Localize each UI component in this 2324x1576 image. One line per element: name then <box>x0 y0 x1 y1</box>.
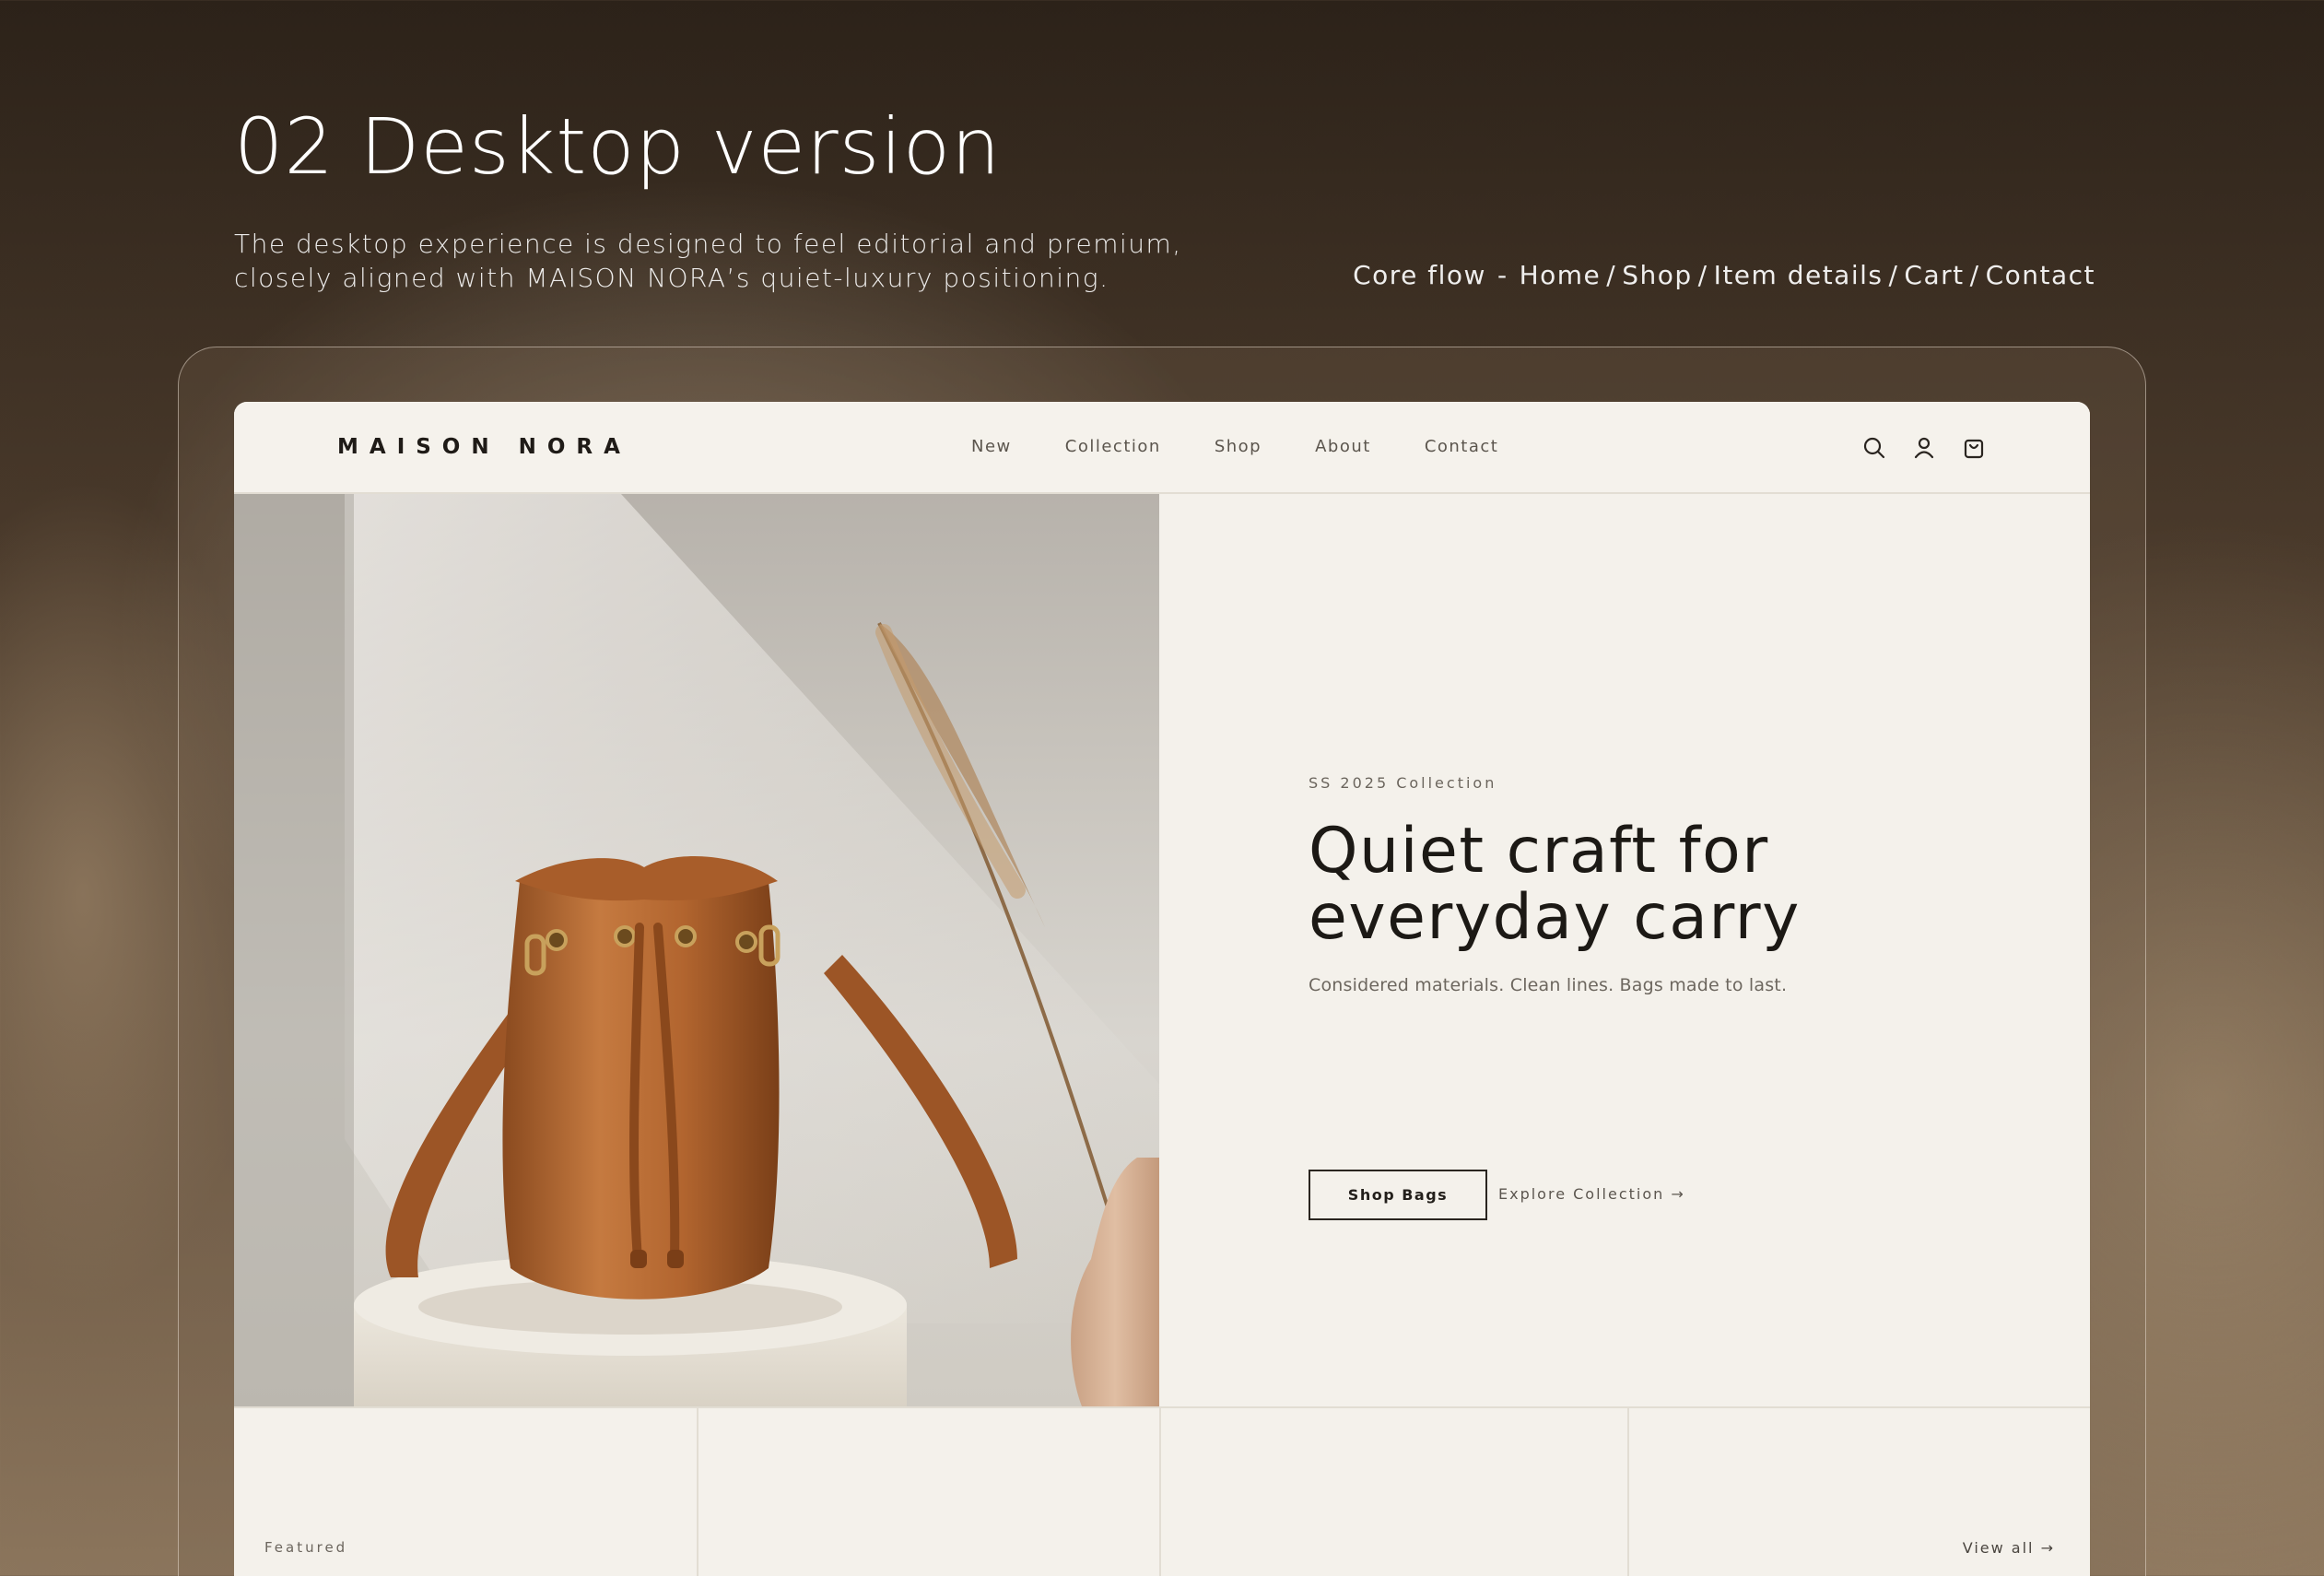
page-heading: 02 Desktop version <box>234 101 1002 192</box>
nav-link-about[interactable]: About <box>1315 437 1371 456</box>
core-flow-crumb: Item details <box>1713 260 1884 290</box>
description-line: The desktop experience is designed to fe… <box>234 229 1182 259</box>
hero-eyebrow: SS 2025 Collection <box>1309 774 1497 792</box>
brand-logo[interactable]: MAISON NORA <box>337 435 631 459</box>
core-flow-crumb: Home <box>1519 260 1602 290</box>
website-mockup: MAISON NORA New Collection Shop About Co… <box>234 402 2090 1576</box>
crumb-divider: / <box>1697 260 1708 290</box>
core-flow-crumb: Cart <box>1904 260 1965 290</box>
column-divider <box>1159 1408 1161 1576</box>
nav-link-collection[interactable]: Collection <box>1065 437 1161 456</box>
nav-link-new[interactable]: New <box>971 437 1012 456</box>
description-line: closely aligned with MAISON NORA’s quiet… <box>234 263 1109 293</box>
user-icon[interactable] <box>1909 433 1939 463</box>
page-description: The desktop experience is designed to fe… <box>234 227 1182 295</box>
core-flow-separator: - <box>1497 260 1508 290</box>
crumb-divider: / <box>1969 260 1980 290</box>
shop-bags-button[interactable]: Shop Bags <box>1309 1170 1487 1220</box>
hero-title-line: Quiet craft for <box>1309 815 1769 888</box>
core-flow-crumb: Contact <box>1985 260 2095 290</box>
featured-strip: Featured View all → <box>234 1406 2090 1576</box>
hero-image <box>234 494 1159 1406</box>
hero-subtitle: Considered materials. Clean lines. Bags … <box>1309 975 1788 995</box>
search-icon[interactable] <box>1860 433 1889 463</box>
core-flow: Core flow - Home / Shop / Item details / Cart / Co… <box>1353 260 2095 290</box>
core-flow-label: Core flow <box>1353 260 1486 290</box>
presentation-header: 02 Desktop version The desktop experienc… <box>234 101 2095 304</box>
explore-collection-link[interactable]: Explore Collection → <box>1498 1185 1685 1203</box>
hero-title: Quiet craft for everyday carry <box>1309 818 2009 951</box>
shopping-bag-icon[interactable] <box>1959 433 1989 463</box>
crumb-divider: / <box>1606 260 1617 290</box>
nav-icons <box>1860 433 1989 463</box>
crumb-divider: / <box>1888 260 1899 290</box>
nav-links: New Collection Shop About Contact <box>971 437 1552 456</box>
nav-link-shop[interactable]: Shop <box>1215 437 1262 456</box>
core-flow-crumb: Shop <box>1622 260 1693 290</box>
column-divider <box>1627 1408 1629 1576</box>
featured-label: Featured <box>264 1539 348 1556</box>
hero-title-line: everyday carry <box>1309 881 1801 954</box>
view-all-link[interactable]: View all → <box>1963 1539 2055 1557</box>
hero-content: SS 2025 Collection Quiet craft for every… <box>1159 494 2090 1406</box>
bucket-bag-photo <box>234 494 1159 1406</box>
column-divider <box>697 1408 698 1576</box>
site-navbar: MAISON NORA New Collection Shop About Co… <box>234 402 2090 494</box>
nav-link-contact[interactable]: Contact <box>1425 437 1499 456</box>
